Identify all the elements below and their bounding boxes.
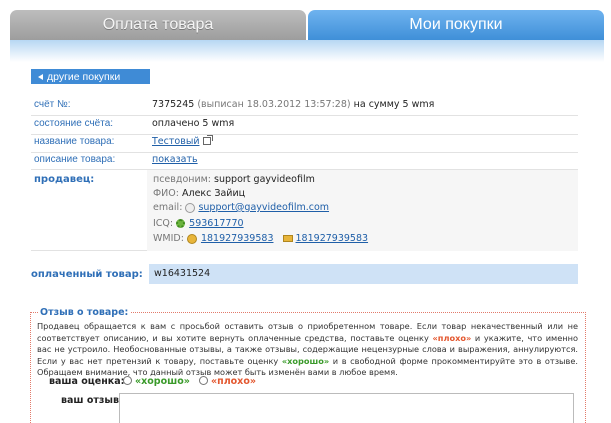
tab-payment[interactable]: Оплата товара [10, 10, 306, 40]
purse-icon [282, 235, 293, 242]
wmid-label: WMID: [153, 233, 184, 244]
status-label: состояние счёта: [34, 118, 114, 129]
rating-good-radio[interactable] [123, 376, 132, 385]
status-value: оплачено 5 wmя [152, 118, 235, 129]
invoice-label: счёт №: [34, 99, 71, 110]
arrow-left-icon [38, 73, 43, 80]
invoice-issued: (выписан 18.03.2012 13:57:28) [197, 99, 351, 110]
seller-icq-link[interactable]: 593617770 [189, 218, 243, 229]
review-textarea[interactable] [119, 393, 574, 423]
paid-item-label: оплаченный товар: [31, 269, 143, 280]
product-name-value: Тестовый [152, 135, 213, 147]
email-icon [185, 202, 196, 213]
pseudonym-label: псевдоним: [153, 174, 212, 185]
paid-item-value: w16431524 [149, 264, 578, 284]
seller-wmid-line: WMID: 181927939583 181927939583 [153, 233, 368, 244]
show-description-link[interactable]: показать [152, 154, 198, 165]
seller-section: продавец: псевдоним: support gayvideofil… [31, 170, 578, 251]
product-name-row: название товара: Тестовый [31, 135, 578, 153]
icq-label: ICQ: [153, 218, 174, 229]
status-row: состояние счёта: оплачено 5 wmя [31, 118, 578, 135]
invoice-value: 7375245 (выписан 18.03.2012 13:57:28) на… [152, 99, 434, 110]
tab-bar: Оплата товара Мои покупки [10, 10, 604, 40]
rating-label: ваша оценка: [49, 376, 125, 387]
product-desc-row: описание товара: показать [31, 154, 578, 170]
seller-wmid-link[interactable]: 181927939583 [201, 233, 274, 244]
invoice-amount: на сумму 5 wmя [353, 99, 435, 110]
pseudonym-value: support gayvideofilm [214, 174, 315, 185]
external-link-icon[interactable] [202, 135, 213, 145]
seller-label: продавец: [34, 174, 95, 185]
webmoney-icon [186, 233, 197, 244]
review-fieldset: Отзыв о товаре: Продавец обращается к ва… [30, 307, 586, 423]
icq-flower-icon [176, 219, 186, 228]
fio-label: ФИО: [153, 188, 179, 199]
other-purchases-label: другие покупки [47, 70, 121, 83]
rating-bad-label[interactable]: «плохо» [211, 376, 256, 387]
rating-good-label[interactable]: «хорошо» [135, 376, 190, 387]
product-name-label: название товара: [34, 136, 115, 147]
seller-purse-link[interactable]: 181927939583 [296, 233, 369, 244]
seller-email-link[interactable]: support@gayvideofilm.com [198, 202, 329, 213]
product-name-link[interactable]: Тестовый [152, 136, 200, 147]
review-title: Отзыв о товаре: [38, 307, 131, 318]
email-label: email: [153, 202, 183, 213]
review-instructions: Продавец обращается к вам с просьбой ост… [37, 321, 578, 379]
review-bad-word: «плохо» [432, 332, 472, 343]
rating-bad-radio[interactable] [199, 376, 208, 385]
review-good-word: «хорошо» [281, 355, 330, 366]
tab-my-purchases[interactable]: Мои покупки [308, 10, 604, 40]
seller-pseudonym-line: псевдоним: support gayvideofilm [153, 174, 315, 185]
seller-email-line: email: support@gayvideofilm.com [153, 202, 329, 213]
seller-details: псевдоним: support gayvideofilm ФИО: Але… [147, 170, 578, 251]
tab-content-header [10, 40, 604, 62]
invoice-number: 7375245 [152, 99, 195, 110]
invoice-row: счёт №: 7375245 (выписан 18.03.2012 13:5… [31, 99, 578, 116]
other-purchases-button[interactable]: другие покупки [31, 69, 150, 84]
product-desc-label: описание товара: [34, 154, 116, 165]
seller-icq-line: ICQ: 593617770 [153, 218, 244, 229]
paid-item-row: оплаченный товар: w16431524 [31, 264, 578, 284]
seller-fio-line: ФИО: Алекс Зайиц [153, 188, 245, 199]
fio-value: Алекс Зайиц [182, 188, 246, 199]
review-text-label: ваш отзыв: [61, 395, 123, 406]
